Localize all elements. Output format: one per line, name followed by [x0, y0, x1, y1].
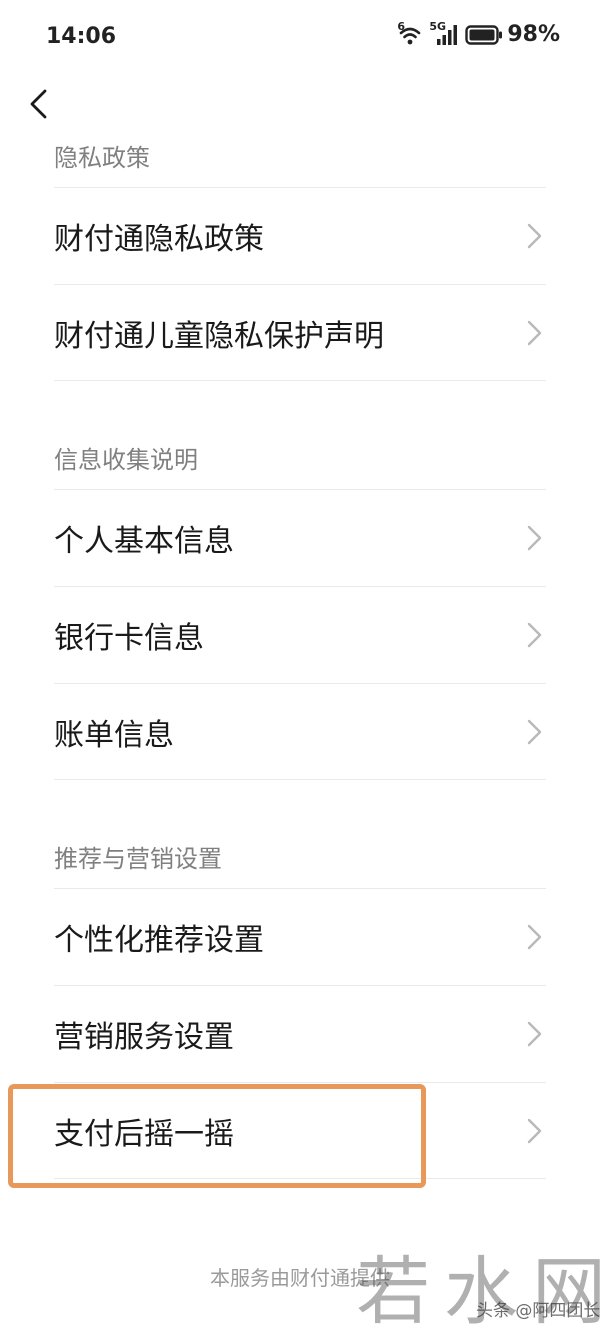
battery-status: 98%	[465, 22, 560, 47]
status-icons: 6 5G 98%	[397, 20, 560, 48]
divider	[54, 380, 546, 381]
battery-percent: 98%	[507, 22, 560, 47]
cellular-signal-icon: 5G	[429, 20, 459, 46]
list-item-bank-card-info[interactable]: 银行卡信息	[0, 587, 600, 683]
battery-icon	[465, 24, 503, 45]
list-item-personal-info[interactable]: 个人基本信息	[0, 490, 600, 586]
back-button[interactable]	[18, 84, 58, 124]
list-item-label: 营销服务设置	[54, 1020, 234, 1055]
watermark-site: 若水网	[356, 1249, 600, 1335]
chevron-right-icon	[527, 525, 542, 551]
list-item-label: 账单信息	[54, 718, 174, 753]
chevron-right-icon	[527, 1021, 542, 1047]
watermark-credit: 头条 @阿四团长	[476, 1301, 600, 1321]
section-title-info-collection: 信息收集说明	[54, 446, 198, 474]
chevron-right-icon	[527, 1118, 542, 1144]
list-item-shake-after-payment[interactable]: 支付后摇一摇	[0, 1083, 600, 1179]
list-item-children-privacy[interactable]: 财付通儿童隐私保护声明	[0, 285, 600, 381]
chevron-right-icon	[527, 320, 542, 346]
section-title-recommendation-marketing: 推荐与营销设置	[54, 845, 222, 873]
list-item-privacy-policy[interactable]: 财付通隐私政策	[0, 188, 600, 284]
list-item-label: 个人基本信息	[54, 524, 234, 559]
chevron-right-icon	[527, 719, 542, 745]
divider	[54, 1178, 546, 1179]
chevron-right-icon	[527, 924, 542, 950]
status-time: 14:06	[46, 24, 117, 49]
divider	[54, 779, 546, 780]
list-item-label: 财付通隐私政策	[54, 222, 264, 257]
chevron-right-icon	[527, 622, 542, 648]
section-title-privacy: 隐私政策	[54, 144, 150, 172]
chevron-right-icon	[527, 223, 542, 249]
status-bar: 14:06 6 5G 98%	[0, 0, 600, 76]
list-item-label: 个性化推荐设置	[54, 923, 264, 958]
cellular-badge: 5G	[429, 19, 447, 33]
list-item-label: 银行卡信息	[54, 621, 204, 656]
list-item-label: 支付后摇一摇	[54, 1117, 234, 1152]
wifi-icon: 6	[397, 20, 423, 46]
chevron-left-icon	[30, 89, 47, 119]
wifi-badge: 6	[397, 19, 405, 33]
list-item-bill-info[interactable]: 账单信息	[0, 684, 600, 780]
list-item-personalized-recommendation[interactable]: 个性化推荐设置	[0, 889, 600, 985]
list-item-label: 财付通儿童隐私保护声明	[54, 319, 384, 354]
list-item-marketing-service[interactable]: 营销服务设置	[0, 986, 600, 1082]
